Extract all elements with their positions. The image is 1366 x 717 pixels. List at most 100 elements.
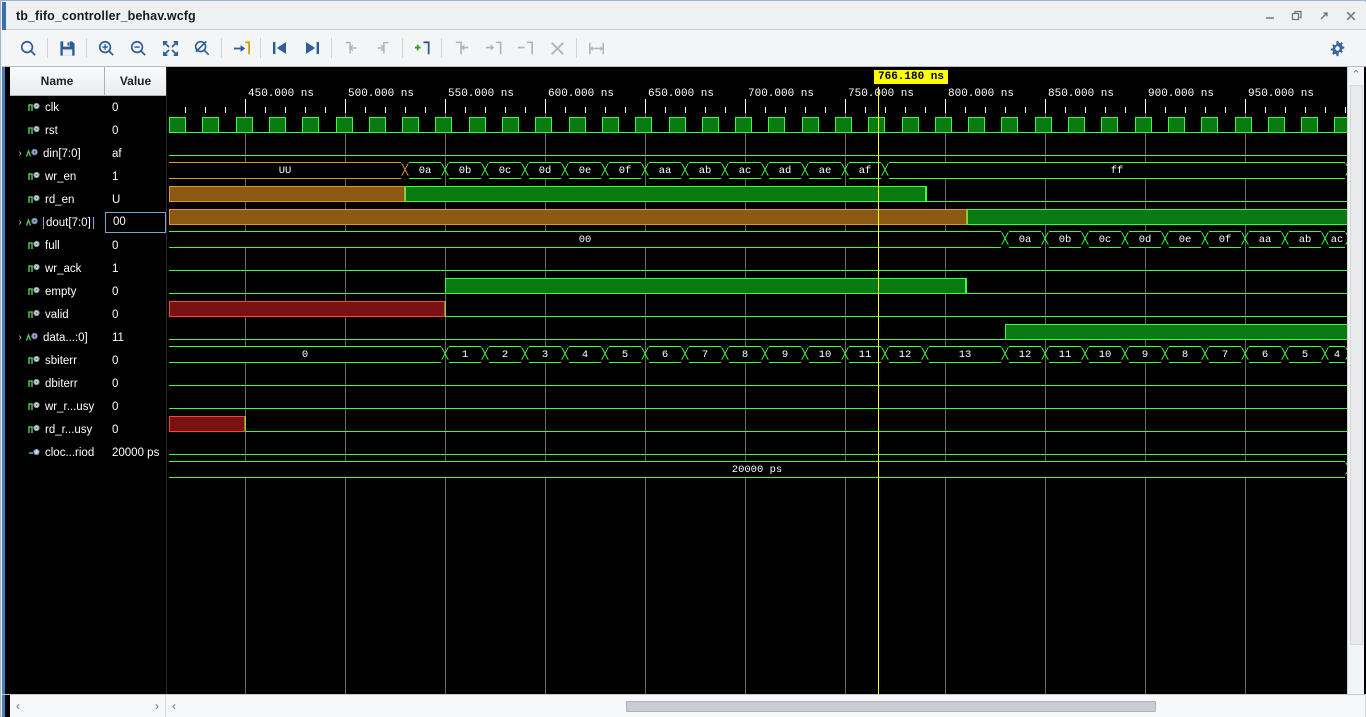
wave-row-wr-en[interactable]: [169, 182, 1366, 205]
signal-value-cell[interactable]: 1: [105, 171, 166, 183]
signal-name-cell[interactable]: › dout[7:0]: [10, 216, 105, 229]
signal-value-cell[interactable]: 0: [105, 378, 166, 390]
restore-button[interactable]: [1290, 9, 1304, 23]
wave-row-sbiterr[interactable]: [169, 366, 1366, 389]
wave-row-rd-en[interactable]: [169, 205, 1366, 228]
time-ruler[interactable]: 450.000 ns 500.000 ns 550.000 ns 600.000 ns…: [169, 67, 1366, 113]
signal-row-rd-r-usy[interactable]: rd_r...usy 0: [10, 418, 166, 441]
signal-row-dbiterr[interactable]: dbiterr 0: [10, 372, 166, 395]
signal-value-cell[interactable]: U: [105, 194, 166, 206]
zoom-out-icon[interactable]: [123, 33, 153, 63]
wave-row-rst[interactable]: [169, 136, 1366, 159]
close-button[interactable]: [1344, 9, 1358, 23]
signal-name-cell[interactable]: › din[7:0]: [10, 148, 105, 160]
wave-scroll-left-arrow[interactable]: ‹: [166, 699, 182, 713]
signal-name-cell[interactable]: wr_ack: [10, 263, 105, 275]
minimize-button[interactable]: [1263, 9, 1277, 23]
next-transition-icon[interactable]: [297, 33, 327, 63]
signal-value-cell[interactable]: 0: [105, 125, 166, 137]
vertical-scrollbar[interactable]: ⌃: [1347, 67, 1364, 694]
wave-row-wr-r-usy[interactable]: [169, 412, 1366, 435]
chevron-right-icon[interactable]: ›: [14, 148, 26, 159]
chevron-right-icon[interactable]: ›: [14, 332, 26, 343]
signal-row-clk[interactable]: clk 0: [10, 96, 166, 119]
signal-row-din-7-0-[interactable]: › din[7:0] af: [10, 142, 166, 165]
signal-row-empty[interactable]: empty 0: [10, 280, 166, 303]
wave-row-full[interactable]: [169, 251, 1366, 274]
zoom-fit-icon[interactable]: [155, 33, 185, 63]
signal-value-cell[interactable]: 0: [105, 424, 166, 436]
gear-icon[interactable]: [1322, 33, 1352, 63]
signal-value-cell[interactable]: 0: [105, 309, 166, 321]
maximize-button[interactable]: [1317, 9, 1331, 23]
wave-row-dout-7-0-[interactable]: 00 0a 0b 0c 0d 0e 0f aa ab ac: [169, 228, 1366, 251]
zoom-in-icon[interactable]: [91, 33, 121, 63]
signal-row-full[interactable]: full 0: [10, 234, 166, 257]
signal-row-wr-ack[interactable]: wr_ack 1: [10, 257, 166, 280]
wave-row-dbiterr[interactable]: [169, 389, 1366, 412]
signal-name-cell[interactable]: rst: [10, 125, 105, 137]
signal-row-rd-en[interactable]: rd_en U: [10, 188, 166, 211]
signal-row-sbiterr[interactable]: sbiterr 0: [10, 349, 166, 372]
signal-value-cell[interactable]: 00: [105, 212, 166, 233]
signal-row-valid[interactable]: valid 0: [10, 303, 166, 326]
panel-hscrollbar[interactable]: ‹ ›: [10, 694, 166, 717]
signal-name-cell[interactable]: clk: [10, 102, 105, 114]
wave-row-cloc-riod[interactable]: 20000 ps: [169, 458, 1366, 481]
goto-time-icon[interactable]: [226, 33, 256, 63]
signal-value-cell[interactable]: 1: [105, 263, 166, 275]
column-header-value[interactable]: Value: [105, 67, 166, 95]
signal-name-cell[interactable]: wr_r...usy: [10, 401, 105, 413]
signal-value-cell[interactable]: 0: [105, 401, 166, 413]
signal-name-cell[interactable]: cloc...riod: [10, 447, 105, 459]
signal-name-cell[interactable]: › data...:0]: [10, 332, 105, 344]
signal-row-wr-en[interactable]: wr_en 1: [10, 165, 166, 188]
signal-value-cell[interactable]: 0: [105, 102, 166, 114]
signal-value-cell[interactable]: 0: [105, 286, 166, 298]
signal-name-cell[interactable]: valid: [10, 309, 105, 321]
signal-name-cell[interactable]: dbiterr: [10, 378, 105, 390]
scroll-up-arrow[interactable]: ⌃: [1348, 67, 1364, 83]
zoom-to-cursor-icon[interactable]: [187, 33, 217, 63]
signal-name-cell[interactable]: rd_r...usy: [10, 424, 105, 436]
signal-value-cell[interactable]: 20000 ps: [105, 447, 166, 459]
panel-scroll-right-arrow[interactable]: ›: [149, 699, 165, 713]
wave-hscrollbar[interactable]: ‹: [166, 694, 1366, 717]
save-icon[interactable]: [52, 33, 82, 63]
signal-name-cell[interactable]: full: [10, 240, 105, 252]
wave-row-valid[interactable]: [169, 320, 1366, 343]
signal-name-cell[interactable]: wr_en: [10, 171, 105, 183]
signal-name-cell[interactable]: rd_en: [10, 194, 105, 206]
column-header-name[interactable]: Name: [10, 67, 105, 95]
add-marker-icon[interactable]: [407, 33, 437, 63]
signal-name-cell[interactable]: empty: [10, 286, 105, 298]
waveform-canvas[interactable]: UU 0a 0b 0c 0d 0e 0f aa ab ac ad ae af ff 00 0a 0b 0c 0d 0e…: [169, 113, 1366, 694]
wave-row-din-7-0-[interactable]: UU 0a 0b 0c 0d 0e 0f aa ab ac ad ae af ff: [169, 159, 1366, 182]
signal-row-wr-r-usy[interactable]: wr_r...usy 0: [10, 395, 166, 418]
toolbar: [2, 30, 1366, 67]
toolbar-separator: [576, 38, 577, 58]
panel-scroll-left-arrow[interactable]: ‹: [10, 699, 26, 713]
previous-transition-icon[interactable]: [265, 33, 295, 63]
chevron-right-icon[interactable]: ›: [14, 217, 26, 228]
wave-row-empty[interactable]: [169, 297, 1366, 320]
signal-row-data-0-[interactable]: › data...:0] 11: [10, 326, 166, 349]
vertical-scroll-thumb[interactable]: [1350, 85, 1363, 645]
cursor-marker-label[interactable]: 766.180 ns: [874, 70, 949, 84]
signal-value-cell[interactable]: 0: [105, 240, 166, 252]
waveform-area[interactable]: 450.000 ns 500.000 ns 550.000 ns 600.000 ns…: [169, 67, 1366, 694]
signal-name-cell[interactable]: sbiterr: [10, 355, 105, 367]
signal-row-rst[interactable]: rst 0: [10, 119, 166, 142]
signal-value-cell[interactable]: 0: [105, 355, 166, 367]
wave-row-clk[interactable]: [169, 113, 1366, 136]
signal-row-cloc-riod[interactable]: cloc...riod 20000 ps: [10, 441, 166, 464]
signal-value-cell[interactable]: 11: [105, 332, 166, 344]
wave-row-data-0-[interactable]: 0 1 2 3 4 5 6 7 8 9 10 11 12 13 12 11 10 9 8 7 6 5 4: [169, 343, 1366, 366]
wave-row-rd-r-usy[interactable]: [169, 435, 1366, 458]
signal-value-cell[interactable]: af: [105, 148, 166, 160]
cursor-marker-line[interactable]: [878, 87, 879, 694]
wave-row-wr-ack[interactable]: [169, 274, 1366, 297]
wave-scroll-thumb[interactable]: [626, 700, 1156, 712]
search-icon[interactable]: [13, 33, 43, 63]
signal-row-dout-7-0-[interactable]: › dout[7:0] 00: [10, 211, 166, 234]
